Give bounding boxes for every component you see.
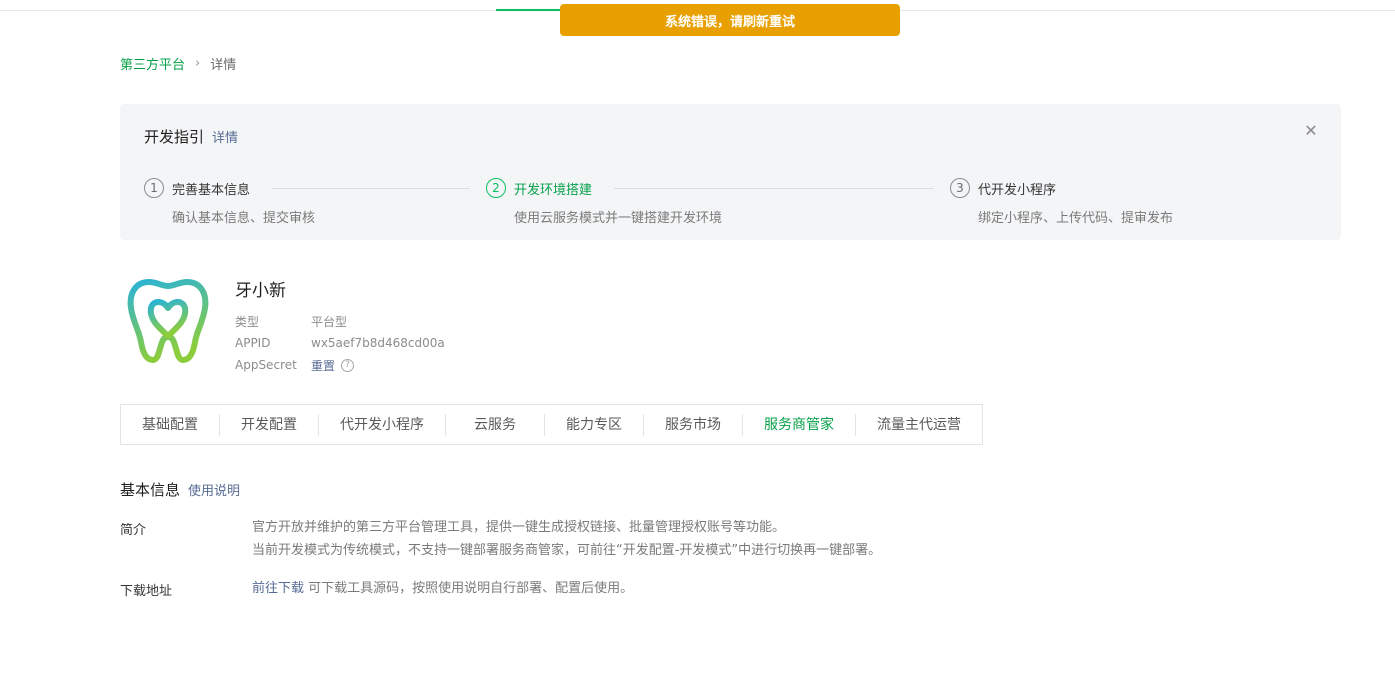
tab-traffic-operation[interactable]: 流量主代运营 (855, 413, 982, 436)
guide-detail-link[interactable]: 详情 (212, 127, 238, 146)
breadcrumb-parent-link[interactable]: 第三方平台 (120, 54, 185, 73)
step-description: 绑定小程序、上传代码、提审发布 (978, 211, 1174, 226)
guide-step-3: 3 代开发小程序 绑定小程序、上传代码、提审发布 (950, 178, 1173, 226)
step-label: 完善基本信息 (172, 182, 251, 198)
app-logo (127, 279, 209, 363)
tab-proxy-miniprogram[interactable]: 代开发小程序 (318, 413, 445, 436)
step-number: 1 (144, 178, 164, 198)
step-label: 代开发小程序 (978, 182, 1057, 198)
app-name: 牙小新 (235, 281, 286, 301)
appid-label: APPID (235, 336, 271, 350)
tab-service-market[interactable]: 服务市场 (643, 413, 742, 436)
type-label: 类型 (235, 314, 260, 329)
type-value: 平台型 (311, 314, 348, 329)
appid-value: wx5aef7b8d468cd00a (311, 336, 445, 350)
tab-service-manager[interactable]: 服务商管家 (742, 413, 855, 436)
step-description: 确认基本信息、提交审核 (172, 211, 316, 226)
step-number: 2 (486, 178, 506, 198)
download-row: 前往下载 可下载工具源码，按照使用说明自行部署、配置后使用。 (252, 577, 633, 600)
step-label: 开发环境搭建 (514, 182, 593, 198)
intro-line-1: 官方开放并维护的第三方平台管理工具，提供一键生成授权链接、批量管理授权账号等功能… (252, 520, 786, 535)
basic-info-header: 基本信息 使用说明 (120, 479, 240, 500)
breadcrumb-current: 详情 (210, 58, 237, 73)
guide-step-2: 2 开发环境搭建 使用云服务模式并一键搭建开发环境 (486, 178, 722, 226)
step-connector (272, 188, 470, 189)
intro-label: 简介 (120, 523, 147, 538)
appsecret-label: AppSecret (235, 358, 297, 372)
breadcrumb: 第三方平台 › 详情 (120, 54, 236, 73)
chevron-right-icon: › (195, 56, 201, 71)
step-connector (614, 188, 934, 189)
tab-dev-config[interactable]: 开发配置 (219, 413, 318, 436)
tab-cloud-service[interactable]: 云服务 (445, 413, 544, 436)
dev-guide-panel: 开发指引 详情 ✕ 1 完善基本信息 确认基本信息、提交审核 2 开发环境搭建 … (120, 104, 1341, 240)
config-tabs: 基础配置 开发配置 代开发小程序 云服务 能力专区 服务市场 服务商管家 流量主… (120, 404, 983, 445)
step-description: 使用云服务模式并一键搭建开发环境 (514, 211, 723, 226)
error-toast: 系统错误，请刷新重试 (560, 4, 900, 36)
tab-capability-zone[interactable]: 能力专区 (544, 413, 643, 436)
tab-basic-config[interactable]: 基础配置 (121, 414, 219, 436)
usage-guide-link[interactable]: 使用说明 (188, 480, 240, 499)
close-icon[interactable]: ✕ (1303, 123, 1319, 139)
intro-text: 官方开放并维护的第三方平台管理工具，提供一键生成授权链接、批量管理授权账号等功能… (252, 516, 881, 562)
download-label: 下载地址 (120, 584, 173, 599)
reset-secret-link[interactable]: 重置 (311, 357, 335, 374)
step-number: 3 (950, 178, 970, 198)
help-icon[interactable]: ? (341, 358, 355, 372)
top-progress-indicator (496, 9, 562, 11)
guide-step-1: 1 完善基本信息 确认基本信息、提交审核 (144, 178, 315, 226)
section-title: 基本信息 (120, 481, 181, 499)
download-description: 可下载工具源码，按照使用说明自行部署、配置后使用。 (308, 581, 634, 596)
intro-line-2: 当前开发模式为传统模式，不支持一键部署服务商管家，可前往“开发配置-开发模式”中… (252, 543, 882, 558)
app-meta: 类型 平台型 APPID wx5aef7b8d468cd00a AppSecre… (235, 310, 445, 376)
download-link[interactable]: 前往下载 (252, 581, 304, 596)
guide-title: 开发指引 (144, 128, 205, 146)
guide-header: 开发指引 详情 (144, 126, 238, 147)
